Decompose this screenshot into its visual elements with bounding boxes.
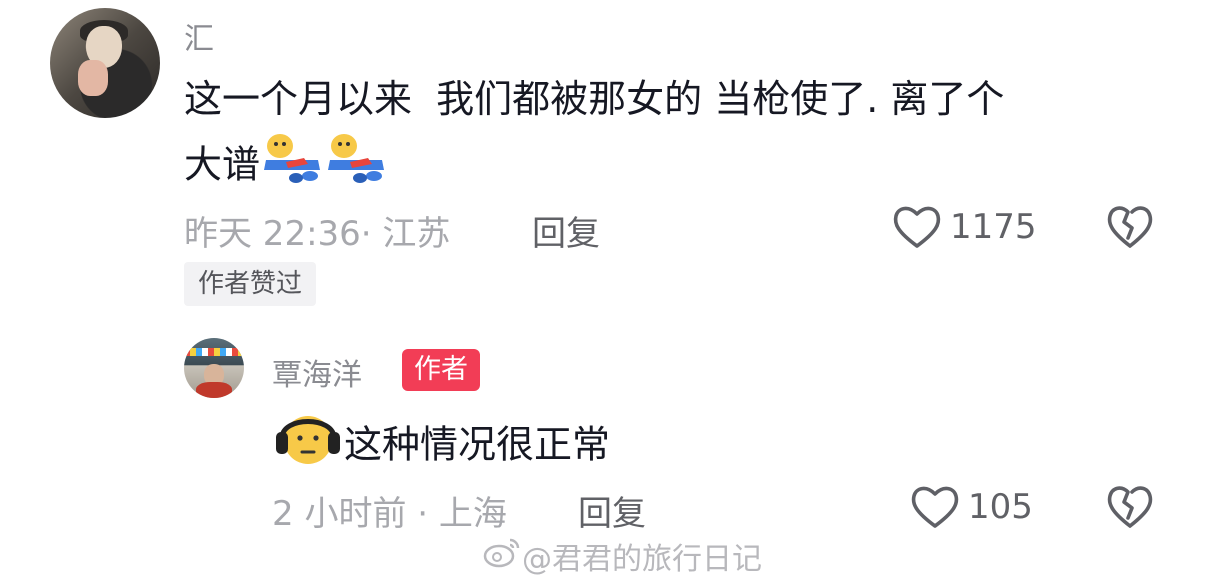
watermark: @君君的旅行日记 [482,534,762,578]
headphones-face-emoji [272,408,344,486]
comment-meta: 昨天 22:36· 江苏 [184,206,450,255]
reply-like-count: 105 [968,487,1033,527]
commenter-avatar[interactable] [50,8,160,118]
heart-icon [892,204,942,250]
heart-icon [910,484,960,530]
broken-heart-icon [1106,486,1154,534]
comment-like-count: 1175 [950,207,1037,247]
comment-text-line2: 大谱 [184,142,261,187]
broken-heart-icon [1106,206,1154,254]
replier-username[interactable]: 覃海洋 [272,350,362,394]
avatar-flags [184,348,244,356]
author-liked-badge: 作者赞过 [184,262,317,306]
reply-text: 这种情况很正常 [344,422,611,467]
replier-avatar[interactable] [184,338,244,398]
commenter-username[interactable]: 汇 [184,14,214,58]
watermark-text: @君君的旅行日记 [522,542,762,577]
lying-flat-emoji [324,130,388,204]
comment-text: 这一个月以来 我们都被那女的 当枪使了. 离了个 大谱 [184,68,1004,204]
comment-time: 昨天 22:36 [184,214,361,254]
comment-like-button[interactable]: 1175 [892,204,1037,250]
avatar-shirt [196,382,232,398]
weibo-logo-icon [482,536,522,576]
author-tag: 作者 [402,349,480,391]
reply-location: 上海 [438,494,507,534]
reply-text-wrap: 这种情况很正常 [272,408,610,486]
reply-meta: 2 小时前 · 上海 [272,486,507,535]
comment-text-line1: 这一个月以来 我们都被那女的 当枪使了. 离了个 [184,77,1005,121]
comment-dislike-button[interactable] [1106,204,1154,254]
meta-separator: · [360,214,372,254]
reply-dislike-button[interactable] [1106,484,1154,534]
comment-text-line2-wrap: 大谱 [184,130,1004,204]
reply-time: 2 小时前 [272,494,407,534]
lying-flat-emoji [260,130,324,204]
reply-reply-button[interactable]: 回复 [578,486,646,535]
comment-location: 江苏 [382,214,451,254]
comment-reply-button[interactable]: 回复 [532,206,600,255]
reply-like-button[interactable]: 105 [910,484,1033,530]
meta-separator: · [417,494,429,534]
avatar-toy [78,60,108,96]
